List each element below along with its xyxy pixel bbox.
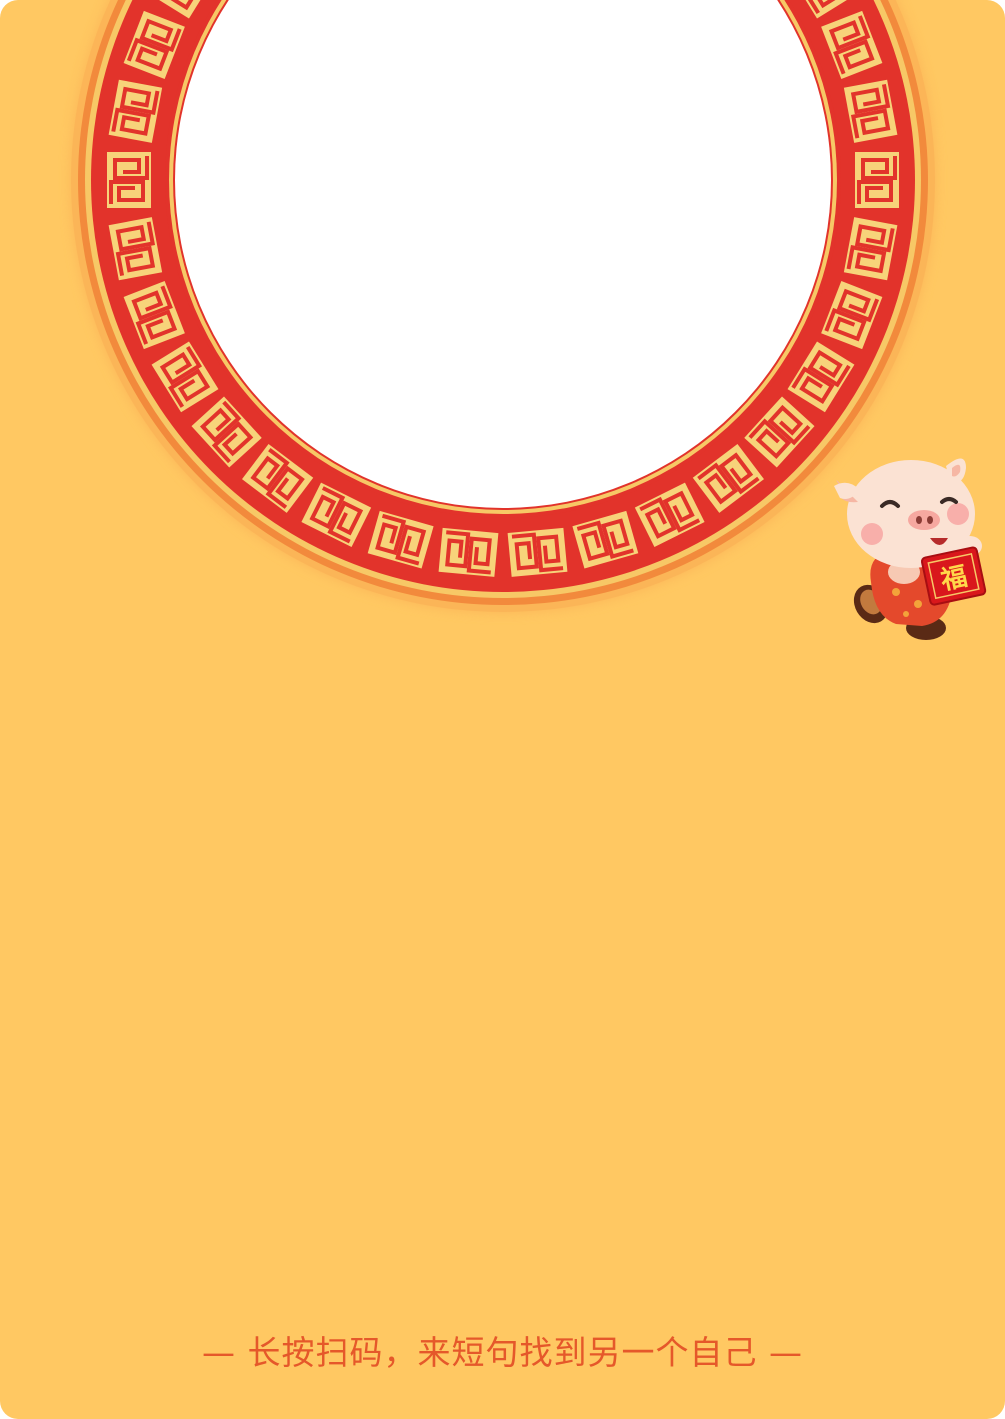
meander-motif — [505, 525, 570, 579]
poster-card: 福 — 长按扫码，来短句找到另一个自己 — — [0, 0, 1005, 1419]
pig-mascot-icon: 福 — [834, 458, 987, 640]
footer-caption: — 长按扫码，来短句找到另一个自己 — — [202, 1333, 803, 1372]
meander-motif — [436, 525, 501, 579]
meander-motif — [105, 150, 153, 210]
meander-motif — [853, 150, 901, 210]
